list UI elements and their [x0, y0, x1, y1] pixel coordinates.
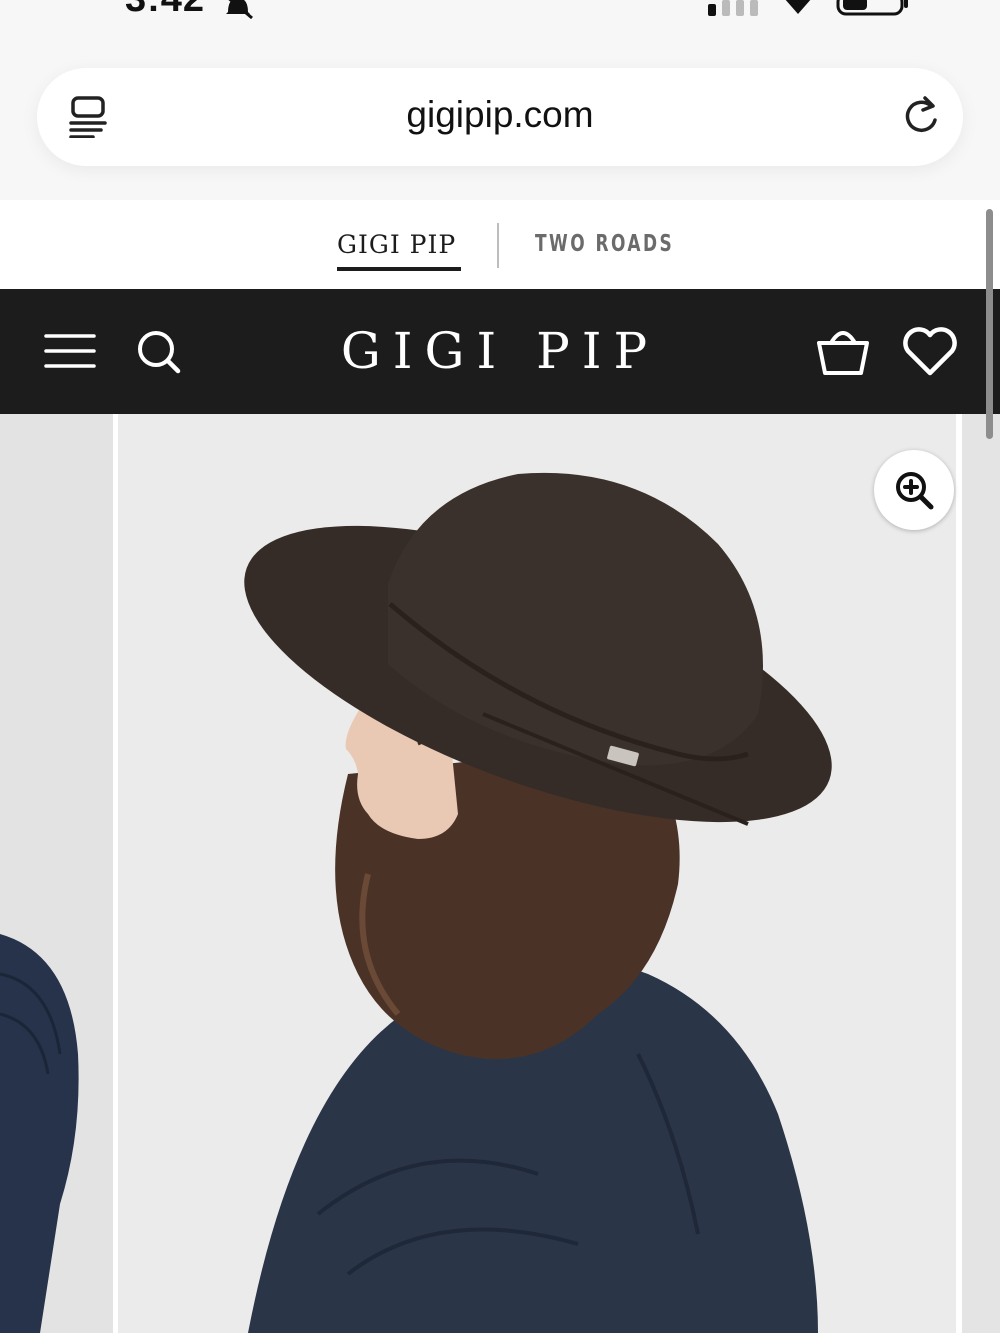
product-gallery[interactable] [0, 414, 1000, 1333]
site-header: GIGI PIP [0, 289, 1000, 414]
active-tab-indicator [337, 267, 461, 271]
product-image-main[interactable] [118, 414, 956, 1333]
url-text[interactable]: gigipip.com [37, 94, 963, 136]
page-scrollbar[interactable] [986, 209, 993, 439]
next-slide[interactable] [962, 414, 1000, 1333]
status-time: 3:42 [125, 0, 205, 21]
tab-gigi-pip[interactable]: GIGI PIP [337, 230, 456, 259]
heart-icon[interactable] [902, 327, 958, 382]
reload-icon[interactable] [901, 94, 943, 143]
tab-divider [497, 223, 499, 268]
bell-slash-icon [220, 0, 256, 25]
wifi-icon [782, 0, 814, 21]
tab-two-roads[interactable]: TWO ROADS [535, 231, 674, 257]
basket-icon[interactable] [815, 325, 871, 382]
brand-switcher: GIGI PIP TWO ROADS [0, 200, 1000, 289]
battery-icon [836, 0, 912, 23]
zoom-button[interactable] [874, 450, 954, 530]
signal-icon [708, 0, 762, 21]
url-bar[interactable]: gigipip.com [37, 68, 963, 166]
zoom-in-icon [896, 472, 934, 510]
status-bar: 3:42 [0, 0, 1000, 24]
previous-slide[interactable] [0, 414, 113, 1333]
